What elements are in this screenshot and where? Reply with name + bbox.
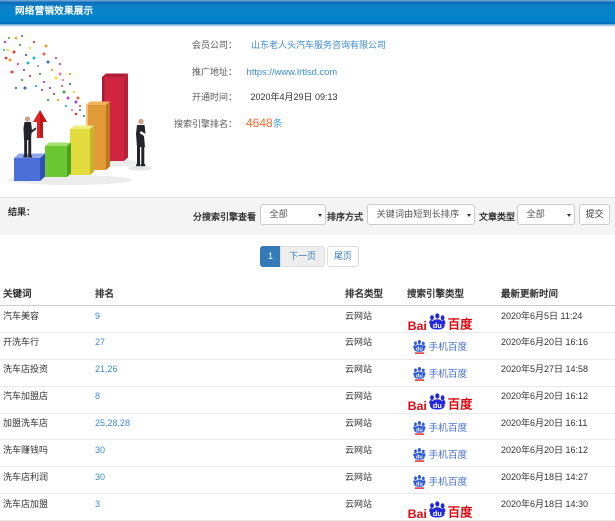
svg-text:du: du xyxy=(416,428,423,434)
svg-text:手机百度: 手机百度 xyxy=(429,421,468,434)
svg-text:Bai: Bai xyxy=(408,399,427,411)
svg-text:手机百度: 手机百度 xyxy=(429,340,468,353)
svg-text:百度: 百度 xyxy=(448,316,473,330)
svg-text:du: du xyxy=(433,401,443,410)
svg-text:Bai: Bai xyxy=(408,319,427,331)
svg-text:du: du xyxy=(433,321,443,330)
svg-text:du: du xyxy=(416,455,423,461)
svg-text:du: du xyxy=(416,347,423,353)
svg-text:Bai: Bai xyxy=(408,507,427,519)
svg-text:百度: 百度 xyxy=(448,397,473,411)
svg-text:手机百度: 手机百度 xyxy=(429,367,468,380)
svg-text:百度: 百度 xyxy=(448,504,473,518)
svg-text:du: du xyxy=(416,374,423,380)
svg-text:du: du xyxy=(416,482,423,488)
svg-text:手机百度: 手机百度 xyxy=(429,475,468,488)
svg-text:手机百度: 手机百度 xyxy=(429,448,468,461)
svg-text:du: du xyxy=(433,509,443,518)
